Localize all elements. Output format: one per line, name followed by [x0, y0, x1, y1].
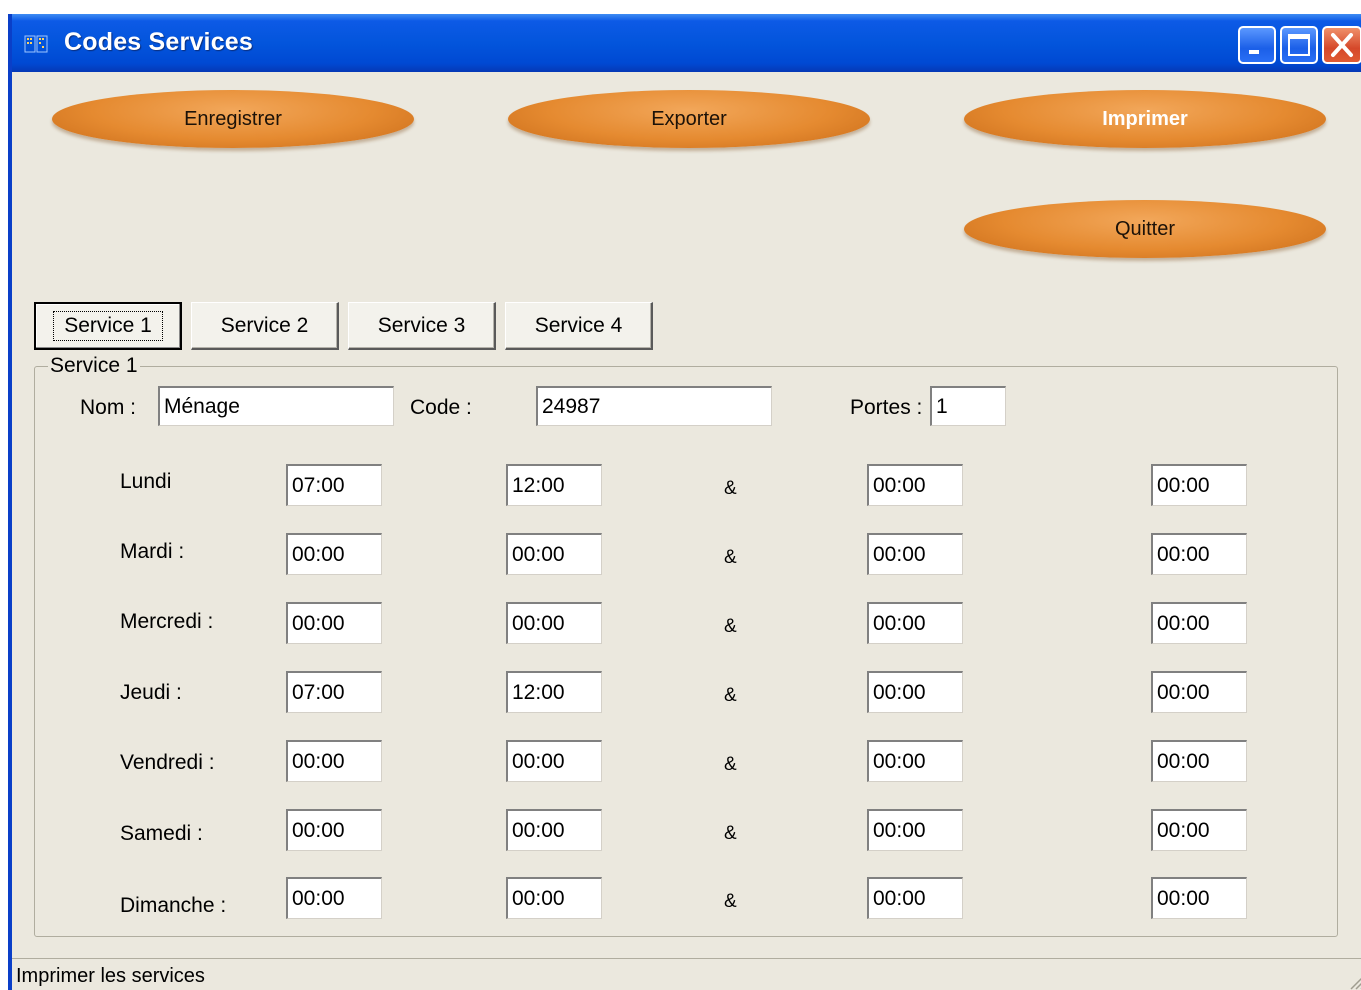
time-field[interactable] — [506, 533, 602, 575]
code-field[interactable] — [536, 386, 772, 426]
close-button[interactable] — [1322, 26, 1361, 64]
day-label: Mercredi : — [120, 610, 214, 633]
maximize-icon — [1288, 34, 1310, 56]
window-title: Codes Services — [64, 28, 254, 56]
time-field[interactable] — [286, 602, 382, 644]
day-label: Mardi : — [120, 540, 185, 563]
time-field[interactable] — [506, 671, 602, 713]
time-field[interactable] — [286, 877, 382, 919]
separator-ampersand: & — [724, 685, 737, 706]
time-field[interactable] — [506, 740, 602, 782]
status-bar: Imprimer les services — [12, 958, 1361, 990]
groupbox-legend: Service 1 — [48, 354, 140, 378]
time-field[interactable] — [867, 809, 963, 851]
separator-ampersand: & — [724, 891, 737, 912]
tab-label: Service 4 — [534, 313, 623, 337]
print-button[interactable]: Imprimer — [964, 90, 1326, 148]
title-bar[interactable]: Codes Services — [12, 14, 1361, 72]
minimize-button[interactable] — [1238, 26, 1276, 64]
time-field[interactable] — [867, 464, 963, 506]
tab-label: Service 2 — [220, 313, 309, 337]
day-label: Jeudi : — [120, 681, 182, 704]
service-groupbox — [34, 366, 1338, 937]
time-field[interactable] — [1151, 602, 1247, 644]
time-field[interactable] — [867, 877, 963, 919]
separator-ampersand: & — [724, 616, 737, 637]
resize-grip-icon[interactable] — [1345, 971, 1361, 990]
maximize-button[interactable] — [1280, 26, 1318, 64]
minimize-icon — [1249, 50, 1259, 54]
time-field[interactable] — [286, 809, 382, 851]
day-label: Lundi — [120, 470, 172, 493]
day-label: Vendredi : — [120, 751, 215, 774]
name-label: Nom : — [80, 396, 137, 419]
day-label: Samedi : — [120, 822, 203, 845]
time-field[interactable] — [1151, 533, 1247, 575]
save-button[interactable]: Enregistrer — [52, 90, 414, 148]
app-window: Codes Services Enregistrer Exporter Impr… — [8, 14, 1361, 990]
code-label: Code : — [410, 396, 472, 419]
doors-field[interactable] — [930, 386, 1006, 426]
time-field[interactable] — [506, 877, 602, 919]
time-field[interactable] — [286, 671, 382, 713]
separator-ampersand: & — [724, 547, 737, 568]
tab-service-4[interactable]: Service 4 — [505, 302, 653, 350]
time-field[interactable] — [1151, 740, 1247, 782]
export-button[interactable]: Exporter — [508, 90, 870, 148]
time-field[interactable] — [506, 464, 602, 506]
status-text: Imprimer les services — [16, 965, 205, 987]
time-field[interactable] — [867, 671, 963, 713]
doors-label: Portes : — [850, 396, 923, 419]
separator-ampersand: & — [724, 754, 737, 775]
time-field[interactable] — [286, 533, 382, 575]
time-field[interactable] — [286, 464, 382, 506]
tab-service-1[interactable]: Service 1 — [34, 302, 182, 350]
name-field[interactable] — [158, 386, 394, 426]
quit-button[interactable]: Quitter — [964, 200, 1326, 258]
app-icon — [24, 35, 48, 53]
time-field[interactable] — [1151, 877, 1247, 919]
day-label: Dimanche : — [120, 894, 227, 917]
close-icon — [1331, 33, 1353, 57]
time-field[interactable] — [506, 602, 602, 644]
time-field[interactable] — [506, 809, 602, 851]
tab-service-2[interactable]: Service 2 — [191, 302, 339, 350]
time-field[interactable] — [1151, 671, 1247, 713]
separator-ampersand: & — [724, 478, 737, 499]
tab-service-3[interactable]: Service 3 — [348, 302, 496, 350]
time-field[interactable] — [867, 740, 963, 782]
time-field[interactable] — [1151, 464, 1247, 506]
time-field[interactable] — [867, 602, 963, 644]
time-field[interactable] — [1151, 809, 1247, 851]
time-field[interactable] — [286, 740, 382, 782]
tab-label: Service 3 — [377, 313, 466, 337]
tab-label: Service 1 — [53, 311, 163, 341]
time-field[interactable] — [867, 533, 963, 575]
separator-ampersand: & — [724, 823, 737, 844]
